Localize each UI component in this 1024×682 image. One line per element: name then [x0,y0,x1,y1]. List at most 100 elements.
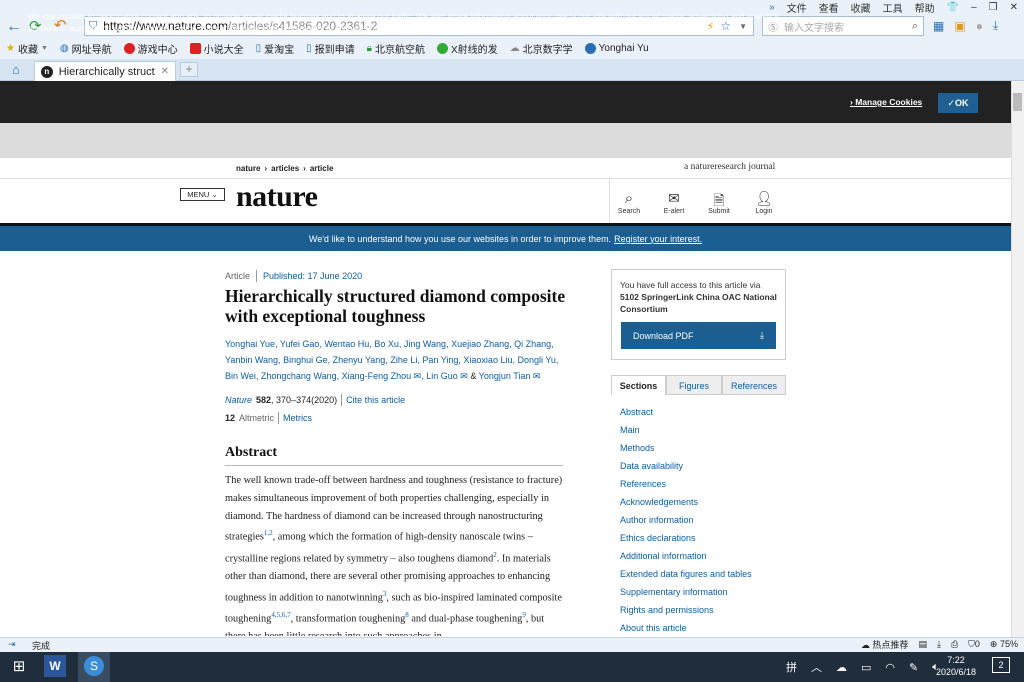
back-icon[interactable]: ← [6,18,22,36]
bookmark-favorites[interactable]: ★ 收藏 ▼ [6,41,48,56]
author-link[interactable]: Xiaoxiao Liu [463,355,512,365]
security-count[interactable]: ⛉0 [968,639,980,650]
bookmark-item[interactable]: ☁︎ 北京数字学 [510,41,573,56]
cite-article-link[interactable]: Cite this article [346,395,405,405]
tab-close-icon[interactable]: ✕ [161,66,169,77]
author-link[interactable]: Jing Wang [404,339,446,349]
author-link[interactable]: Bin Wei [225,371,256,381]
bookmark-item[interactable]: ▯ 爱淘宝 [256,41,295,56]
author-link[interactable]: Yanbin Wang [225,355,278,365]
section-link[interactable]: Additional information [620,547,752,565]
home-icon[interactable]: ⌂ [12,62,20,77]
notifications-icon[interactable]: 2 [992,657,1010,673]
author-link[interactable]: Qi Zhang [514,339,551,349]
circle-icon[interactable]: ● [976,19,983,33]
bookmark-item[interactable]: ▯ 报到申请 [306,41,355,56]
section-link[interactable]: About this article [620,619,752,637]
section-link[interactable]: Author information [620,511,752,529]
nature-logo[interactable]: nature [236,180,318,214]
browser-tab[interactable]: n Hierarchically structure ✕ [34,61,176,81]
bookmark-item[interactable]: 小说大全 [189,41,244,56]
author-link[interactable]: Xuejiao Zhang [451,339,509,349]
bookmark-item[interactable]: 🔒︎ 北京航空航 [367,41,425,56]
author-link[interactable]: Pan Ying [422,355,458,365]
pen-icon[interactable]: ✎ [909,661,918,674]
close-icon[interactable]: ✕ [1010,2,1018,13]
author-link[interactable]: Wentao Hu [324,339,369,349]
breadcrumb-articles[interactable]: articles [271,164,299,173]
journal-link[interactable]: Nature [225,395,252,405]
header-login-button[interactable]: 👤︎ Login [746,190,782,215]
scrollbar-thumb[interactable] [1013,93,1022,111]
register-interest-link[interactable]: Register your interest. [614,234,702,244]
menu-tools[interactable]: 工具 [883,0,903,15]
download-icon[interactable]: ⤓ [937,639,941,650]
bookmark-item[interactable]: 游戏中心 [123,41,178,56]
menu-button[interactable]: MENU ⌄ [180,188,225,201]
email-icon[interactable]: ✉ [458,371,468,381]
page-scrollbar[interactable] [1011,81,1024,637]
menu-help[interactable]: 帮助 [915,0,935,15]
metrics-link[interactable]: Metrics [283,413,312,423]
bookmark-item[interactable]: ◍ 网址导航 [60,41,112,56]
section-link[interactable]: Ethics declarations [620,529,752,547]
restore-icon[interactable]: ❐ [989,2,998,13]
extension-icon[interactable]: ▣ [954,19,965,33]
print-icon[interactable]: ⎙ [951,639,958,650]
section-link[interactable]: Acknowledgements [620,493,752,511]
windows-start-icon[interactable]: ⊞ [8,656,30,678]
author-link[interactable]: Xiang-Feng Zhou [342,371,412,381]
cookie-ok-button[interactable]: ✓OK [938,93,978,113]
section-link[interactable]: Data availability [620,457,752,475]
section-link[interactable]: References [620,475,752,493]
tab-sections[interactable]: Sections [611,375,666,395]
header-ealert-button[interactable]: ✉ E-alert [656,190,692,215]
header-search-button[interactable]: ⌕ Search [611,190,647,215]
menu-view[interactable]: 查看 [819,0,839,15]
author-link[interactable]: Yongjun Tian [479,371,531,381]
author-link[interactable]: Dongli Yu [517,355,555,365]
email-icon[interactable]: ✉ [530,371,541,381]
menu-favorites[interactable]: 收藏 [851,0,871,15]
chevron-up-icon[interactable]: ︿ [811,659,822,675]
section-link[interactable]: Rights and permissions [620,601,752,619]
author-link[interactable]: Binghui Ge [283,355,328,365]
tab-references[interactable]: References [722,375,786,395]
breadcrumb-nature[interactable]: nature [236,164,260,173]
tab-figures[interactable]: Figures [666,375,722,395]
word-icon[interactable]: W [44,655,66,677]
new-tab-button[interactable]: + [180,62,198,77]
manage-cookies-link[interactable]: › Manage Cookies [850,97,922,107]
privacy-policy-link[interactable]: Privacy Policy [145,24,195,33]
hot-recommend[interactable]: ☁︎ 热点推荐 [861,638,909,651]
battery-icon[interactable]: ▭ [861,661,871,674]
email-icon[interactable]: ✉ [411,371,422,381]
header-submit-button[interactable]: 🗎︎ Submit [701,190,737,215]
bookmark-item[interactable]: X射线的发 [437,41,498,56]
search-icon[interactable]: ⌕ [912,20,918,33]
section-link[interactable]: Methods [620,439,752,457]
shirt-icon[interactable]: 👕 [947,2,959,13]
clock[interactable]: 7:22 2020/6/18 [930,654,982,678]
natureresearch-tagline[interactable]: a natureresearch journal [684,162,775,172]
section-link[interactable]: Abstract [620,403,752,421]
author-link[interactable]: Zihe Li [390,355,417,365]
author-link[interactable]: Yufei Gao [280,339,320,349]
section-link[interactable]: Extended data figures and tables [620,565,752,583]
minimize-icon[interactable]: – [971,2,977,13]
reference-link[interactable]: 1,2 [264,529,273,537]
author-link[interactable]: Zhenyu Yang [333,355,386,365]
grid-icon[interactable]: ▦ [933,19,944,33]
zoom-control[interactable]: ⊕ 75% [990,639,1018,650]
author-link[interactable]: Lin Guo [426,371,458,381]
download-pdf-button[interactable]: Download PDF ⤓ [621,322,776,349]
cloud-icon[interactable]: ☁︎ [836,661,847,674]
download-icon[interactable]: ⤓ [993,18,998,33]
author-link[interactable]: Zhongchang Wang [261,371,337,381]
author-link[interactable]: Yonghai Yue [225,339,275,349]
author-link[interactable]: Bo Xu [374,339,399,349]
wifi-icon[interactable]: ◠ [885,661,895,674]
section-link[interactable]: Main [620,421,752,439]
section-link[interactable]: Supplementary information [620,583,752,601]
notes-icon[interactable]: ▤ [918,639,927,650]
